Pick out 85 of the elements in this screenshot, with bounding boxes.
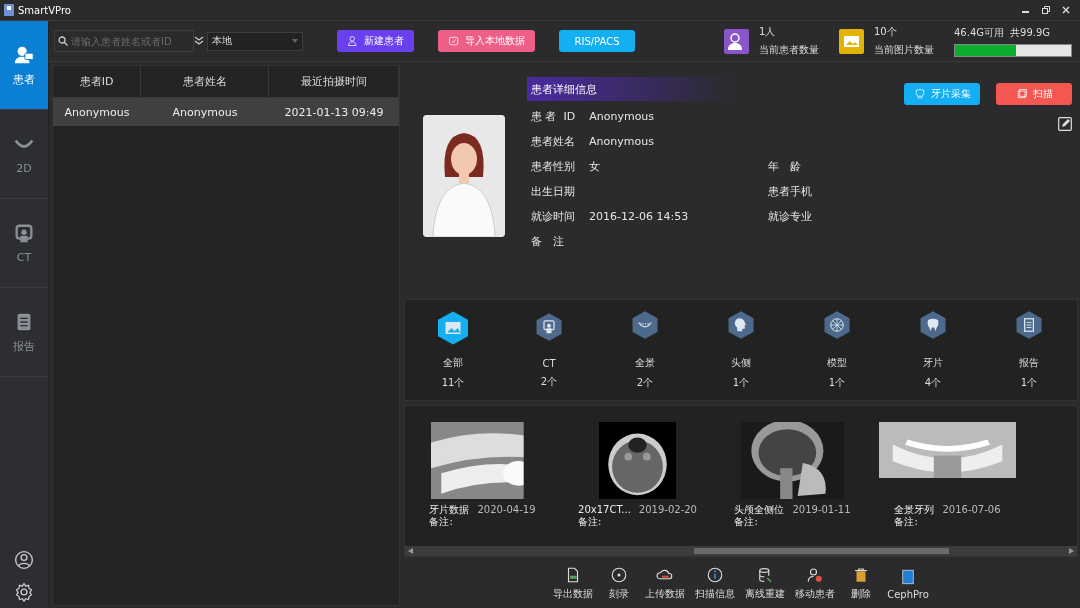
image-date: 2019-02-20 (638, 504, 697, 516)
category-tab[interactable]: 全景 2个 (615, 310, 675, 390)
field-label: 备 注 (531, 234, 564, 249)
field-label: 患者姓名 (531, 134, 575, 149)
category-count: 1个 (828, 376, 846, 390)
field-value: 2016-12-06 14:53 (589, 210, 689, 223)
category-count: 4个 (924, 376, 942, 390)
people-icon (724, 28, 749, 54)
location-dropdown[interactable]: 本地 (207, 31, 303, 51)
user-icon[interactable] (14, 550, 34, 570)
field-label: 年 龄 (768, 159, 801, 174)
photos-icon (839, 28, 864, 54)
field-label: 出生日期 (531, 184, 575, 199)
person-icon (806, 566, 825, 584)
stat-label: 当前患者数量 (759, 43, 819, 57)
category-tab[interactable]: 模型 1个 (807, 310, 867, 390)
field-label: 患者性别 (531, 159, 575, 174)
field-label: 患者手机 (768, 184, 812, 199)
toolbar-action[interactable]: 上传数据 (645, 566, 686, 601)
image-caption: 牙片数据 (429, 504, 470, 516)
horizontal-scrollbar[interactable] (405, 546, 1077, 556)
category-count: 11个 (441, 376, 465, 390)
field-label: 就诊专业 (768, 209, 812, 224)
close-icon[interactable] (1062, 6, 1070, 14)
scroll-left-icon[interactable] (408, 548, 413, 554)
field-label: 患 者 ID (531, 109, 576, 124)
category-count: 1个 (732, 376, 750, 390)
restore-icon[interactable] (1042, 6, 1050, 14)
stat-label: 当前图片数量 (874, 43, 934, 57)
category-tab[interactable]: CT 2个 (519, 311, 579, 389)
search-icon (58, 36, 68, 46)
app-icon (4, 4, 14, 16)
storage-total: 共99.9G (1010, 25, 1051, 40)
settings-icon[interactable] (14, 582, 34, 602)
image-caption: 全景牙列 (894, 504, 935, 516)
toolbar-action[interactable]: 扫描信息 (695, 566, 736, 601)
toolbar-action[interactable]: 导出数据 (553, 566, 594, 601)
category-tab[interactable]: 牙片 4个 (903, 310, 963, 390)
image-note: 备注: (734, 516, 759, 528)
image-date: 2016-07-06 (942, 504, 1001, 516)
toolbar-action[interactable]: 移动患者 (795, 566, 836, 601)
toolbar-action[interactable]: CephPro (887, 567, 929, 600)
field-label: 就诊时间 (531, 209, 575, 224)
image-caption: 20x17CT... (578, 504, 631, 516)
category-tab[interactable]: 头侧 1个 (711, 310, 771, 390)
nav-item[interactable]: 2D (0, 110, 48, 199)
field-value: Anonymous (589, 110, 655, 123)
image-date: 2019-01-11 (792, 504, 851, 516)
category-tab[interactable]: 报告 1个 (999, 310, 1059, 390)
disc-icon (610, 566, 629, 584)
image-note: 备注: (894, 516, 919, 528)
caret-icon (292, 39, 298, 43)
scroll-right-icon[interactable] (1069, 548, 1074, 554)
image-date: 2020-04-19 (477, 504, 536, 516)
edit-icon[interactable] (1058, 117, 1072, 131)
window-title: SmartVPro (18, 4, 72, 16)
nav-item[interactable]: 患者 (0, 21, 48, 110)
table-cell-text: Anonymous (63, 105, 131, 119)
scanner-icon (13, 222, 35, 245)
table-row[interactable]: Anonymous Anonymous 2021-01-13 09:49 (53, 98, 399, 126)
info-icon (706, 566, 725, 584)
field-value: Anonymous (589, 135, 654, 148)
category-count: 2个 (540, 374, 558, 389)
stat-value: 10个 (874, 25, 898, 39)
toolbar-action[interactable]: 离线重建 (745, 566, 786, 601)
table-cell-text: 2021-01-13 09:49 (283, 105, 385, 119)
image-caption: 头颅全侧位 (734, 504, 785, 516)
image-note: 备注: (578, 516, 603, 528)
nav-item[interactable]: CT (0, 199, 48, 288)
scrollbar-thumb[interactable] (694, 548, 949, 554)
field-value: 女 (589, 159, 600, 174)
storage-free: 46.4G可用 (954, 25, 1004, 40)
nav-item[interactable]: 报告 (0, 288, 48, 377)
category-count: 1个 (1020, 376, 1038, 390)
toolbar-button[interactable]: 新建患者 (337, 30, 414, 52)
image-note: 备注: (429, 516, 454, 528)
chevron-icon[interactable] (194, 36, 204, 46)
table-cell-text: Anonymous (171, 105, 239, 119)
category-tab[interactable]: 全部 11个 (423, 310, 483, 390)
layers-icon (1015, 88, 1028, 100)
tooth-icon (913, 88, 926, 100)
category-count: 2个 (636, 376, 654, 390)
toolbar-action[interactable]: 刻录 (603, 566, 636, 601)
toolbar-action[interactable]: 删除 (845, 566, 878, 601)
stat-value: 1人 (759, 25, 777, 39)
